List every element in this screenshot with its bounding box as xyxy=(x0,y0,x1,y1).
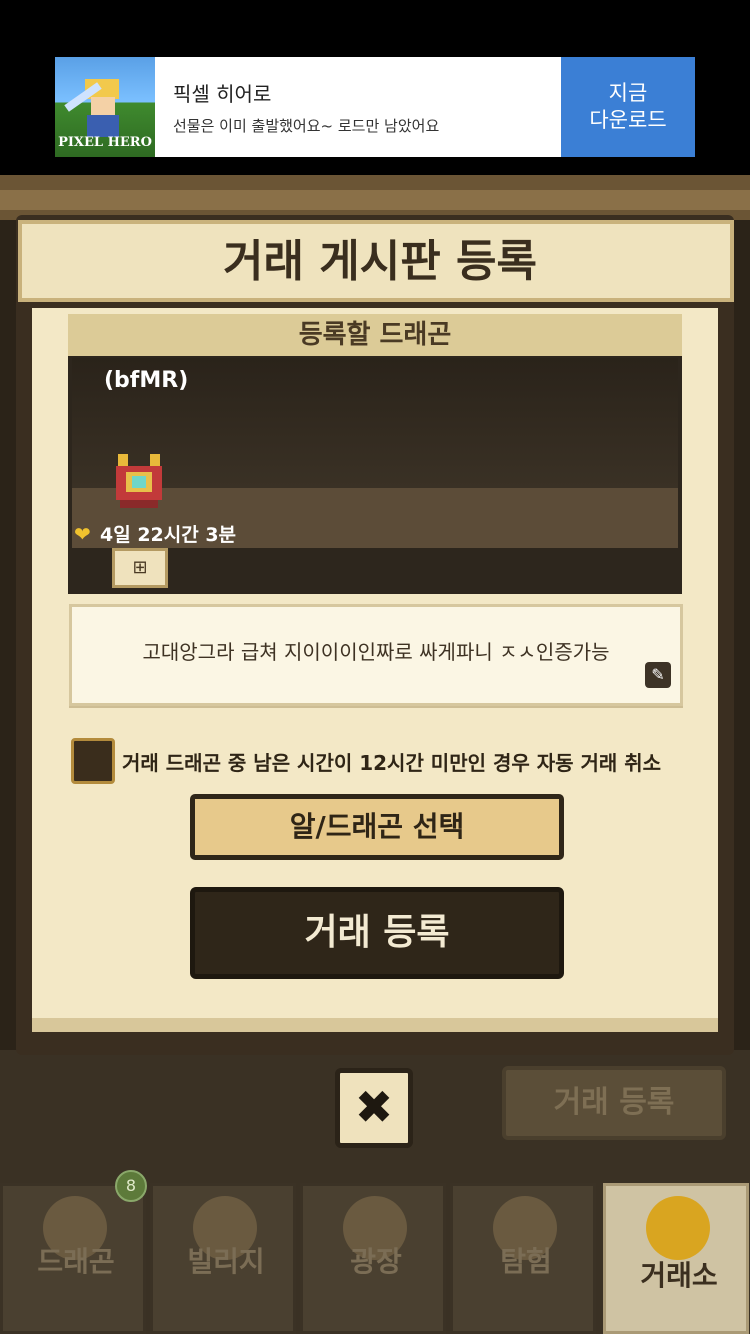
scales-icon xyxy=(646,1196,710,1260)
dialog-title-bar: 거래 게시판 등록 xyxy=(18,220,734,302)
ad-cta-line2: 다운로드 xyxy=(589,108,667,132)
nav-label-plaza: 광장 xyxy=(350,1245,402,1278)
nav-tab-dragon[interactable]: 드래곤 xyxy=(0,1183,146,1334)
auto-cancel-checkbox[interactable] xyxy=(71,738,115,784)
nav-label-exchange: 거래소 xyxy=(640,1259,718,1292)
section-header: 등록할 드래곤 xyxy=(68,314,682,356)
description-text: 고대앙그라 급쳐 지이이이인짜로 싸게파니 ㅈㅅ인증가능 xyxy=(142,640,610,664)
dragon-name: (bfMR) xyxy=(104,368,189,393)
nav-label-explore: 탐험 xyxy=(500,1245,552,1278)
nav-label-dragon: 드래곤 xyxy=(37,1245,115,1278)
heart-icon: ❤ xyxy=(74,522,91,546)
family-tree-button[interactable]: ⊞ xyxy=(112,548,168,588)
dragon-sprite[interactable] xyxy=(112,454,166,510)
background-strip xyxy=(0,190,750,210)
dragon-time-remaining: 4일 22시간 3분 xyxy=(100,524,237,546)
close-button[interactable]: ✖ xyxy=(335,1068,413,1148)
edit-icon[interactable]: ✎ xyxy=(645,662,671,688)
register-trade-button[interactable]: 거래 등록 xyxy=(190,887,564,979)
nav-tab-plaza[interactable]: 광장 xyxy=(300,1183,446,1334)
ad-cta-line1: 지금 xyxy=(608,81,648,105)
background-register-button: 거래 등록 xyxy=(502,1066,726,1140)
auto-cancel-label: 거래 드래곤 중 남은 시간이 12시간 미만인 경우 자동 거래 취소 xyxy=(122,751,662,775)
dialog-body-shade xyxy=(32,1018,718,1032)
nav-tab-exchange[interactable]: 거래소 xyxy=(603,1183,749,1334)
family-tree-icon: ⊞ xyxy=(132,557,148,578)
dialog-title: 거래 게시판 등록 xyxy=(223,236,537,287)
ad-subtitle: 선물은 이미 출발했어요~ 로드만 남았어요 xyxy=(173,117,440,135)
notification-badge: 8 xyxy=(115,1170,147,1202)
ad-title: 픽셀 히어로 xyxy=(173,82,272,106)
select-egg-dragon-button[interactable]: 알/드래곤 선택 xyxy=(190,794,564,860)
close-icon: ✖ xyxy=(354,1080,394,1134)
nav-tab-explore[interactable]: 탐험 xyxy=(450,1183,596,1334)
nav-label-village: 빌리지 xyxy=(187,1245,265,1278)
nav-tab-village[interactable]: 빌리지 xyxy=(150,1183,296,1334)
ad-logo-text: PIXEL HERO xyxy=(58,135,152,150)
ad-download-button[interactable]: 지금 다운로드 xyxy=(561,57,695,157)
ad-game-thumbnail[interactable]: PIXEL HERO xyxy=(55,57,155,157)
